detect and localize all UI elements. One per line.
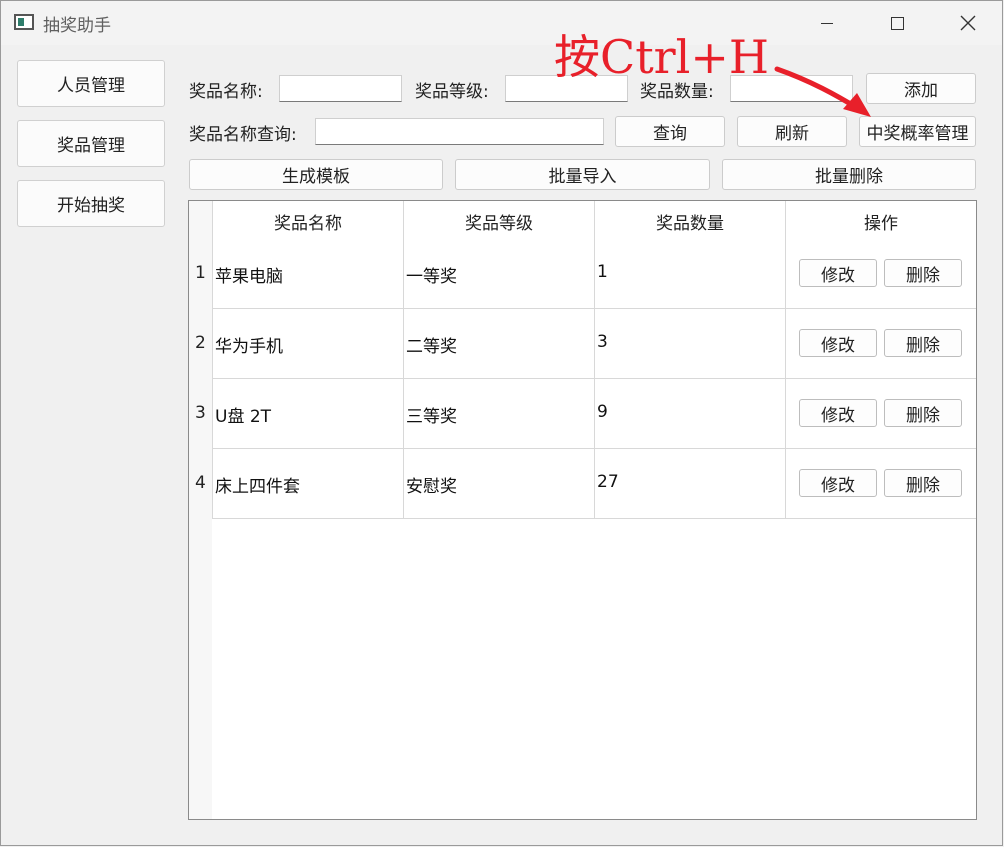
cell-prize-level[interactable]: 二等奖 — [406, 332, 457, 357]
cell-prize-name[interactable]: 床上四件套 — [215, 472, 300, 497]
cell-prize-quantity[interactable]: 9 — [597, 402, 608, 422]
prize-name-input[interactable] — [279, 75, 402, 102]
prize-name-label: 奖品名称: — [189, 82, 263, 102]
cell-prize-level[interactable]: 三等奖 — [406, 402, 457, 427]
cell-prize-name[interactable]: U盘 2T — [215, 402, 271, 427]
column-divider — [212, 201, 213, 519]
delete-button[interactable]: 删除 — [884, 399, 962, 427]
cell-prize-quantity[interactable]: 1 — [597, 262, 608, 282]
edit-button[interactable]: 修改 — [799, 399, 877, 427]
row-header-column — [189, 201, 212, 819]
prize-table: 奖品名称 奖品等级 奖品数量 操作 1 苹果电脑 一等奖 1 修改 删除 2 华… — [188, 200, 977, 820]
row-divider — [212, 378, 976, 379]
row-number: 1 — [195, 263, 206, 283]
delete-button[interactable]: 删除 — [884, 259, 962, 287]
maximize-icon — [890, 16, 904, 30]
header-prize-level[interactable]: 奖品等级 — [404, 209, 594, 234]
arrow-icon — [774, 66, 871, 117]
header-prize-name[interactable]: 奖品名称 — [213, 209, 403, 234]
cell-prize-quantity[interactable]: 3 — [597, 332, 608, 352]
cell-prize-level[interactable]: 安慰奖 — [406, 472, 457, 497]
cell-prize-name[interactable]: 苹果电脑 — [215, 262, 283, 287]
sidebar-item-start-draw[interactable]: 开始抽奖 — [17, 180, 165, 227]
edit-button[interactable]: 修改 — [799, 469, 877, 497]
column-divider — [594, 201, 595, 519]
prize-level-label: 奖品等级: — [415, 82, 489, 102]
column-divider — [785, 201, 786, 519]
generate-template-button[interactable]: 生成模板 — [189, 159, 443, 190]
delete-button[interactable]: 删除 — [884, 469, 962, 497]
row-divider — [212, 518, 976, 519]
edit-button[interactable]: 修改 — [799, 259, 877, 287]
title-bar: 抽奖助手 — [1, 1, 1002, 45]
query-input[interactable] — [315, 118, 604, 145]
cell-prize-name[interactable]: 华为手机 — [215, 332, 283, 357]
minimize-button[interactable] — [804, 5, 850, 41]
cell-prize-level[interactable]: 一等奖 — [406, 262, 457, 287]
edit-button[interactable]: 修改 — [799, 329, 877, 357]
delete-button[interactable]: 删除 — [884, 329, 962, 357]
app-icon — [14, 14, 34, 30]
query-label: 奖品名称查询: — [189, 125, 297, 145]
batch-import-button[interactable]: 批量导入 — [455, 159, 710, 190]
row-number: 4 — [195, 473, 206, 493]
row-divider — [212, 308, 976, 309]
column-divider — [403, 201, 404, 519]
window-title: 抽奖助手 — [43, 16, 111, 36]
minimize-icon — [821, 22, 833, 24]
add-button[interactable]: 添加 — [866, 73, 976, 104]
row-divider — [212, 448, 976, 449]
query-button[interactable]: 查询 — [615, 116, 725, 147]
header-actions[interactable]: 操作 — [786, 209, 976, 234]
cell-prize-quantity[interactable]: 27 — [597, 472, 619, 492]
row-number: 2 — [195, 333, 206, 353]
sidebar-item-personnel[interactable]: 人员管理 — [17, 60, 165, 107]
batch-delete-button[interactable]: 批量删除 — [722, 159, 976, 190]
row-number: 3 — [195, 403, 206, 423]
app-window: 抽奖助手 人员管理 奖品管理 开始抽奖 奖品名称: 奖品等级: 奖品数量: 添加… — [0, 0, 1003, 846]
close-icon — [960, 15, 976, 31]
maximize-button[interactable] — [874, 5, 920, 41]
close-button[interactable] — [945, 5, 991, 41]
header-prize-quantity[interactable]: 奖品数量 — [595, 209, 785, 234]
shortcut-annotation: 按Ctrl+H — [554, 30, 770, 84]
sidebar-item-prizes[interactable]: 奖品管理 — [17, 120, 165, 167]
